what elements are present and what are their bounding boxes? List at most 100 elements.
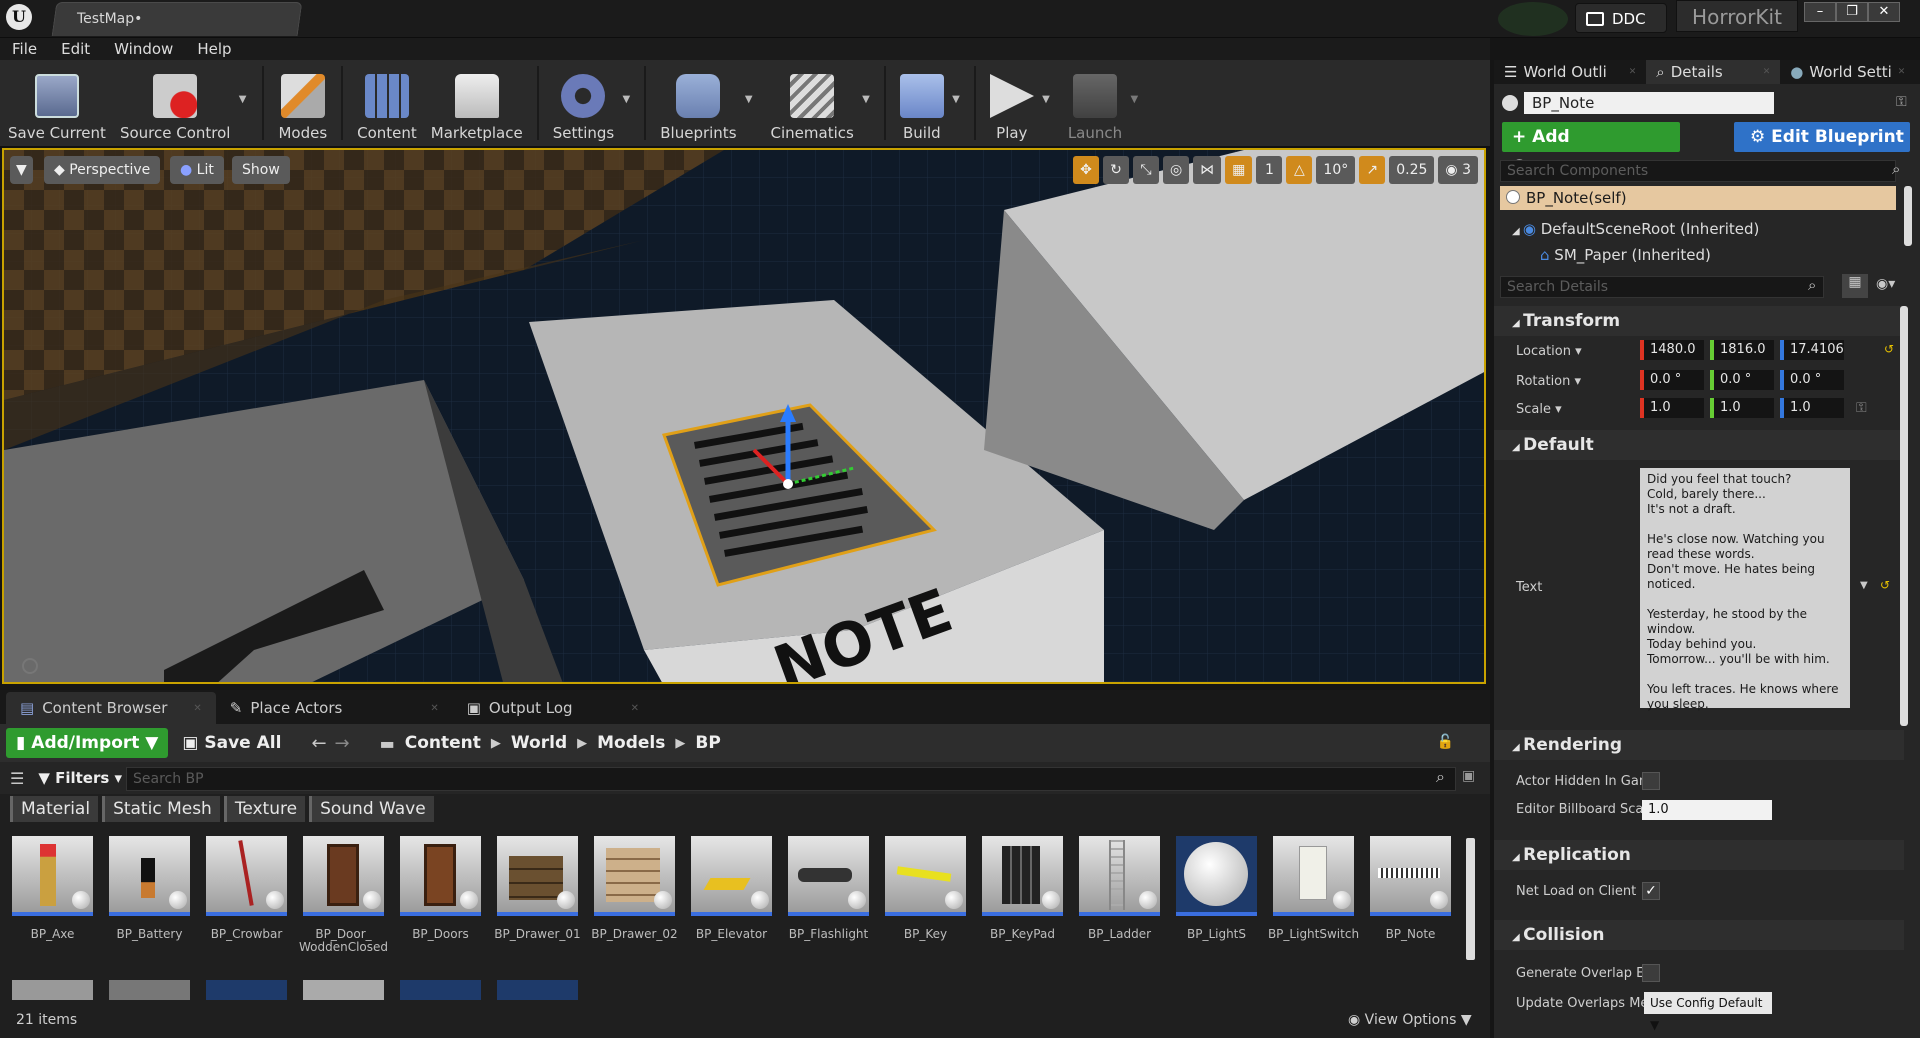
asset-tile[interactable]: BP_Battery (109, 836, 190, 976)
section-replication[interactable]: ◢ Replication (1494, 840, 1904, 870)
scale-z-field[interactable]: 1.0 (1780, 398, 1844, 418)
rotation-label[interactable]: Rotation ▾ (1516, 374, 1581, 389)
asset-tile[interactable]: BP_Elevator (691, 836, 772, 976)
grid-snap-icon[interactable]: ▦ (1225, 156, 1253, 184)
rotate-icon[interactable]: ↻ (1102, 156, 1129, 184)
asset-tile[interactable]: BP_Drawer_02 (591, 836, 678, 976)
scale-label[interactable]: Scale ▾ (1516, 402, 1562, 417)
asset-tile[interactable]: BP_Axe (12, 836, 93, 976)
view-options-button[interactable]: ◉ View Options ▼ (1348, 1012, 1472, 1028)
scale-lock-icon[interactable]: ⚿ (1856, 400, 1867, 416)
filter-chip-material[interactable]: Material (10, 796, 99, 822)
section-rendering[interactable]: ◢ Rendering (1494, 730, 1904, 760)
scale-y-field[interactable]: 1.0 (1710, 398, 1774, 418)
component-root-row[interactable]: ◢ ◉ DefaultSceneRoot (Inherited) (1512, 220, 1759, 238)
build-button[interactable]: Build ▼ (899, 62, 960, 146)
location-z-field[interactable]: 17.4106 (1780, 340, 1844, 360)
filters-button[interactable]: ▼ Filters ▾ (38, 769, 122, 787)
translate-icon[interactable]: ✥ (1072, 156, 1099, 184)
close-button[interactable]: ✕ (1868, 2, 1900, 22)
scale-x-field[interactable]: 1.0 (1640, 398, 1704, 418)
filter-chip-texture[interactable]: Texture (223, 796, 306, 822)
asset-tile[interactable]: BP_Ladder (1079, 836, 1160, 976)
breadcrumb-separator-icon[interactable]: ▶ (491, 736, 501, 751)
asset-tile-partial[interactable] (303, 980, 384, 1000)
menu-edit[interactable]: Edit (49, 40, 102, 58)
eye-icon[interactable]: ◉▾ (1876, 276, 1895, 292)
menu-file[interactable]: File (0, 40, 49, 58)
actor-hidden-checkbox[interactable] (1642, 772, 1660, 790)
filter-chip-sound-wave[interactable]: Sound Wave (309, 796, 434, 822)
asset-tile-partial[interactable] (12, 980, 93, 1000)
chevron-down-icon[interactable]: ▼ (1860, 580, 1868, 591)
map-tab[interactable]: TestMap• (51, 2, 303, 36)
source-control-status-icon[interactable] (1498, 2, 1568, 36)
location-label[interactable]: Location ▾ (1516, 344, 1582, 359)
note-text-field[interactable]: Did you feel that touch? Cold, barely th… (1640, 468, 1850, 711)
asset-tile-partial[interactable] (497, 980, 578, 1000)
save-current-button[interactable]: Save Current (8, 62, 106, 146)
unreal-logo-icon[interactable]: U (6, 4, 32, 30)
chevron-down-icon[interactable]: ▼ (623, 94, 631, 105)
lit-button[interactable]: ● Lit (170, 156, 224, 184)
scale-snap-value[interactable]: 0.25 (1389, 156, 1435, 184)
scale-snap-icon[interactable]: ↗ (1359, 156, 1386, 184)
component-self-row[interactable]: BP_Note(self) (1500, 186, 1896, 210)
scale-icon[interactable]: ⤡ (1132, 156, 1159, 184)
forward-arrow-icon[interactable]: → (335, 733, 350, 754)
breadcrumb-content[interactable]: Content (405, 733, 481, 753)
search-icon[interactable]: ⌕ (1808, 276, 1816, 294)
asset-tile-partial[interactable] (206, 980, 287, 1000)
show-button[interactable]: Show (232, 156, 290, 184)
component-mesh-row[interactable]: ⌂ SM_Paper (Inherited) (1540, 246, 1711, 264)
asset-tile[interactable]: BP_Drawer_01 (494, 836, 581, 976)
gen-overlap-checkbox[interactable] (1642, 964, 1660, 982)
asset-tile-partial[interactable] (400, 980, 481, 1000)
grid-snap-value[interactable]: 1 (1256, 156, 1283, 184)
minimize-button[interactable]: – (1804, 2, 1836, 22)
save-all-button[interactable]: ▣ Save All (182, 733, 281, 753)
tab-world-settings[interactable]: ● World Setti ✕ (1780, 60, 1915, 84)
add-component-button[interactable]: + Add Component ▼ (1502, 122, 1680, 177)
asset-tile[interactable]: BP_Crowbar (206, 836, 287, 976)
tab-details[interactable]: ⌕ Details ✕ (1646, 60, 1781, 84)
location-y-field[interactable]: 1816.0 (1710, 340, 1774, 360)
chevron-down-icon[interactable]: ▼ (1130, 94, 1138, 105)
save-search-icon[interactable]: ▣ (1462, 768, 1475, 784)
net-load-checkbox[interactable]: ✓ (1642, 882, 1660, 900)
level-viewport[interactable]: NOTE ▼ ◆ Perspective ● Lit Show ✥ ↻ ⤡ ◎ … (2, 148, 1486, 684)
rotation-snap-icon[interactable]: △ (1286, 156, 1313, 184)
surface-snap-icon[interactable]: ⋈ (1193, 156, 1222, 184)
marketplace-button[interactable]: Marketplace (431, 62, 523, 146)
sources-toggle-icon[interactable]: ☰ (10, 769, 24, 788)
tree-expand-icon[interactable]: ◢ (1512, 226, 1523, 237)
asset-tile[interactable]: BP_Doors (400, 836, 481, 976)
world-local-icon[interactable]: ◎ (1162, 156, 1190, 184)
location-x-field[interactable]: 1480.0 (1640, 340, 1704, 360)
search-components-input[interactable]: Search Components (1500, 160, 1896, 182)
asset-tile[interactable]: BP_Door_ WoddenClosed (299, 836, 388, 976)
launch-button[interactable]: Launch ▼ (1068, 62, 1138, 146)
update-overlaps-select[interactable]: Use Config Default ▼ (1644, 992, 1772, 1032)
filter-chip-static-mesh[interactable]: Static Mesh (102, 796, 220, 822)
chevron-down-icon[interactable]: ▼ (745, 94, 753, 105)
breadcrumb-separator-icon[interactable]: ▶ (577, 736, 587, 751)
search-icon[interactable]: ⌕ (1892, 160, 1900, 178)
search-icon[interactable]: ⌕ (1436, 767, 1445, 787)
breadcrumb-world[interactable]: World (511, 733, 567, 753)
blueprints-button[interactable]: Blueprints ▼ (660, 62, 753, 146)
breadcrumb-models[interactable]: Models (597, 733, 665, 753)
menu-window[interactable]: Window (102, 40, 185, 58)
billboard-scale-field[interactable]: 1.0 (1642, 800, 1772, 820)
menu-help[interactable]: Help (185, 40, 243, 58)
close-icon[interactable]: ✕ (1898, 67, 1906, 77)
add-import-button[interactable]: ▮ Add/Import ▼ (6, 728, 169, 758)
asset-tile[interactable]: BP_Flashlight (788, 836, 869, 976)
asset-grid-scrollbar[interactable] (1466, 838, 1475, 960)
property-matrix-icon[interactable]: ▦ (1842, 274, 1868, 298)
settings-button[interactable]: Settings ▼ (553, 62, 630, 146)
back-arrow-icon[interactable]: ← (311, 733, 326, 754)
content-button[interactable]: Content (357, 62, 417, 146)
modes-button[interactable]: Modes (278, 62, 327, 146)
perspective-button[interactable]: ◆ Perspective (44, 156, 161, 184)
